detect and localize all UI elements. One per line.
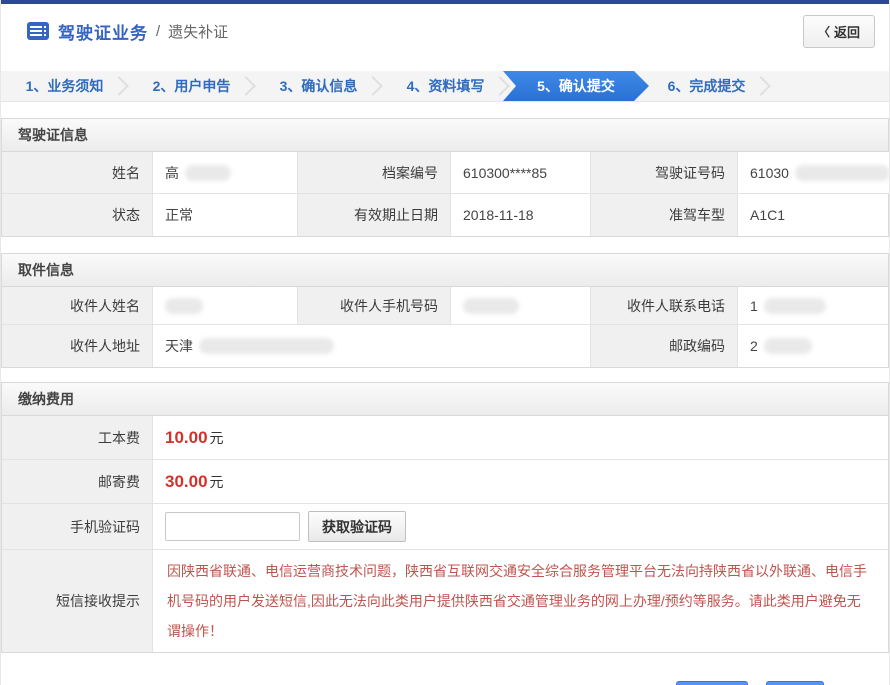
recipient-name-label: 收件人姓名 — [2, 287, 153, 325]
mail-fee-label: 邮寄费 — [2, 460, 153, 504]
file-no-value: 610300****85 — [451, 152, 591, 194]
mail-fee-amount: 30.00 — [165, 472, 208, 492]
mail-fee-unit: 元 — [210, 472, 224, 492]
tab-step-1[interactable]: 1、业务须知 — [1, 71, 128, 101]
previous-step-button[interactable]: 上一步 — [676, 681, 748, 685]
finish-button[interactable]: 完成 — [766, 681, 824, 685]
status-value: 正常 — [153, 194, 298, 236]
tab-step-3[interactable]: 3、确认信息 — [255, 71, 382, 101]
redacted-postal-code — [764, 338, 812, 354]
fees-section-title: 缴纳费用 — [2, 383, 888, 416]
work-fee-unit: 元 — [210, 428, 224, 448]
footer-actions: 上一步 完成 — [1, 681, 889, 685]
get-code-button[interactable]: 获取验证码 — [308, 511, 406, 542]
sms-tip-label: 短信接收提示 — [2, 550, 153, 652]
recipient-name-value — [153, 287, 298, 325]
header: 驾驶证业务 / 遗失补证 〈 返回 — [1, 4, 889, 58]
expiry-value: 2018-11-18 — [451, 194, 591, 236]
breadcrumb-subtitle: 遗失补证 — [168, 21, 228, 42]
page: 驾驶证业务 / 遗失补证 〈 返回 1、业务须知 2、用户申告 3、确认信息 4… — [0, 0, 890, 685]
work-fee-value: 10.00 元 — [153, 416, 888, 460]
redacted-name — [185, 165, 231, 181]
postal-code-value: 2 — [738, 325, 888, 367]
step-tabs: 1、业务须知 2、用户申告 3、确认信息 4、资料填写 5、确认提交 6、完成提… — [1, 71, 889, 102]
recipient-phone-value: 1 — [738, 287, 888, 325]
sms-tip-text: 因陕西省联通、电信运营商技术问题，陕西省互联网交通安全综合服务管理平台无法向持陕… — [165, 550, 876, 652]
redacted-recipient-address — [199, 338, 334, 354]
pickup-info-section: 取件信息 收件人姓名 收件人手机号码 收件人联系电话 1 收件人地址 天津 邮政… — [1, 253, 889, 368]
name-value: 高 — [153, 152, 298, 194]
work-fee-amount: 10.00 — [165, 428, 208, 448]
recipient-mobile-label: 收件人手机号码 — [298, 287, 451, 325]
back-chevron-icon: 〈 — [818, 23, 830, 40]
license-info-section: 驾驶证信息 姓名 高 档案编号 610300****85 驾驶证号码 61030… — [1, 118, 889, 237]
license-section-title: 驾驶证信息 — [2, 119, 888, 152]
license-no-label: 驾驶证号码 — [591, 152, 738, 194]
vehicle-class-label: 准驾车型 — [591, 194, 738, 236]
pickup-section-title: 取件信息 — [2, 254, 888, 287]
name-label: 姓名 — [2, 152, 153, 194]
tab-step-5-active[interactable]: 5、确认提交 — [503, 71, 649, 101]
redacted-license-no — [795, 165, 890, 181]
back-button-label: 返回 — [834, 22, 860, 41]
page-title: 驾驶证业务 — [58, 19, 148, 44]
file-no-label: 档案编号 — [298, 152, 451, 194]
tab-step-6[interactable]: 6、完成提交 — [643, 71, 770, 101]
redacted-recipient-phone — [764, 298, 826, 314]
breadcrumb-slash: / — [156, 23, 160, 40]
tab-step-2[interactable]: 2、用户申告 — [128, 71, 255, 101]
recipient-mobile-value — [451, 287, 591, 325]
list-icon — [27, 22, 49, 40]
sms-code-label: 手机验证码 — [2, 504, 153, 550]
tab-step-4[interactable]: 4、资料填写 — [382, 71, 509, 101]
recipient-address-value: 天津 — [153, 325, 591, 367]
step-tabs-filler — [770, 71, 889, 101]
sms-code-input[interactable] — [165, 512, 300, 541]
vehicle-class-value: A1C1 — [738, 194, 888, 236]
fees-section: 缴纳费用 工本费 10.00 元 邮寄费 30.00 元 手机验证码 获取验证码… — [1, 382, 889, 653]
recipient-phone-label: 收件人联系电话 — [591, 287, 738, 325]
recipient-address-label: 收件人地址 — [2, 325, 153, 367]
back-button[interactable]: 〈 返回 — [803, 15, 875, 48]
postal-code-label: 邮政编码 — [591, 325, 738, 367]
status-label: 状态 — [2, 194, 153, 236]
redacted-recipient-name — [165, 298, 203, 314]
sms-code-cell: 获取验证码 — [153, 504, 888, 550]
mail-fee-value: 30.00 元 — [153, 460, 888, 504]
sms-tip-cell: 因陕西省联通、电信运营商技术问题，陕西省互联网交通安全综合服务管理平台无法向持陕… — [153, 550, 888, 652]
license-no-value: 61030 — [738, 152, 890, 194]
redacted-recipient-mobile — [463, 298, 519, 314]
work-fee-label: 工本费 — [2, 416, 153, 460]
expiry-label: 有效期止日期 — [298, 194, 451, 236]
